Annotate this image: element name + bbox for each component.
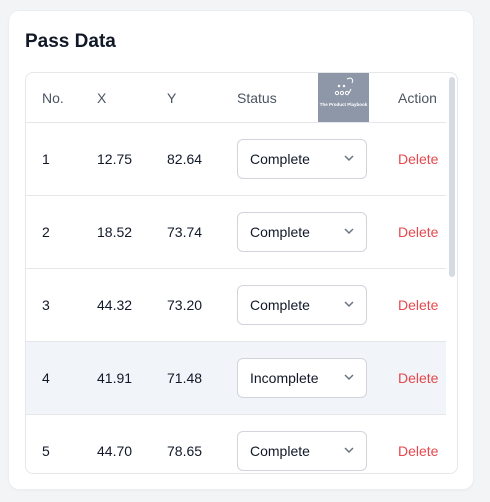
delete-button[interactable]: Delete <box>398 443 438 459</box>
cell-no: 1 <box>42 151 50 167</box>
delete-button[interactable]: Delete <box>398 297 438 313</box>
table-header-row: No. X Y Status The Product Playbook Acti… <box>26 73 446 123</box>
table-row: 1 12.75 82.64 Complete Delete <box>26 123 446 196</box>
delete-button[interactable]: Delete <box>398 370 438 386</box>
delete-button[interactable]: Delete <box>398 224 438 240</box>
cell-x: 18.52 <box>97 224 133 240</box>
chevron-down-icon <box>344 155 354 162</box>
chevron-down-icon <box>344 301 354 308</box>
cell-y: 73.74 <box>167 224 203 240</box>
table-row: 5 44.70 78.65 Complete Delete <box>26 415 446 473</box>
vertical-scrollbar[interactable] <box>449 77 455 277</box>
table-row: 3 44.32 73.20 Complete Delete <box>26 269 446 342</box>
header-status: Status <box>237 89 277 106</box>
delete-button[interactable]: Delete <box>398 151 438 167</box>
status-select[interactable]: Incomplete <box>237 358 367 398</box>
cell-x: 41.91 <box>97 370 133 386</box>
chevron-down-icon <box>344 228 354 235</box>
status-select-value: Complete <box>250 224 310 240</box>
cell-y: 78.65 <box>167 443 203 459</box>
status-select-value: Incomplete <box>250 370 319 386</box>
cell-no: 5 <box>42 443 50 459</box>
table-row: 2 18.52 73.74 Complete Delete <box>26 196 446 269</box>
cell-no: 3 <box>42 297 50 313</box>
status-select-value: Complete <box>250 443 310 459</box>
header-no: No. <box>42 89 64 106</box>
cell-x: 44.70 <box>97 443 133 459</box>
card-title: Pass Data <box>25 31 116 52</box>
product-playbook-logo: The Product Playbook <box>318 73 369 122</box>
pass-data-card: Pass Data No. X Y Status The Product Pla… <box>9 11 473 489</box>
table-row: 4 41.91 71.48 Incomplete Delete <box>26 342 446 415</box>
status-select[interactable]: Complete <box>237 431 367 471</box>
status-select-value: Complete <box>250 151 310 167</box>
cell-y: 82.64 <box>167 151 203 167</box>
logo-text: The Product Playbook <box>319 102 368 107</box>
cell-no: 4 <box>42 370 50 386</box>
chevron-down-icon <box>344 447 354 454</box>
cell-y: 73.20 <box>167 297 203 313</box>
chevron-down-icon <box>344 374 354 381</box>
pass-data-table: No. X Y Status The Product Playbook Acti… <box>25 72 458 474</box>
cell-x: 12.75 <box>97 151 133 167</box>
cell-x: 44.32 <box>97 297 133 313</box>
table-body: No. X Y Status The Product Playbook Acti… <box>26 73 446 473</box>
cell-y: 71.48 <box>167 370 203 386</box>
status-select[interactable]: Complete <box>237 285 367 325</box>
status-select[interactable]: Complete <box>237 212 367 252</box>
play-diagram-icon <box>334 77 354 96</box>
header-action: Action <box>398 89 437 106</box>
cell-no: 2 <box>42 224 50 240</box>
header-y: Y <box>167 89 177 106</box>
header-x: X <box>97 89 107 106</box>
status-select-value: Complete <box>250 297 310 313</box>
status-select[interactable]: Complete <box>237 139 367 179</box>
